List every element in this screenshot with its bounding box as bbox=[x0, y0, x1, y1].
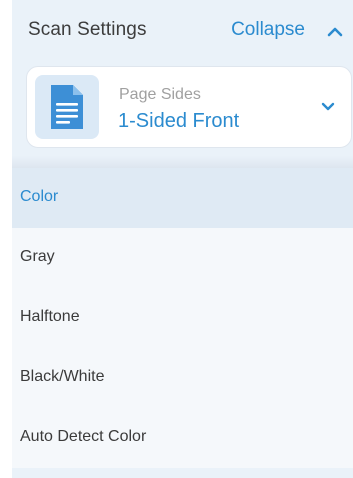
option-label: Auto Detect Color bbox=[20, 428, 147, 445]
option-label: Color bbox=[20, 188, 59, 205]
panel-title: Scan Settings bbox=[28, 19, 147, 40]
option-halftone[interactable]: Halftone bbox=[12, 288, 353, 348]
page-sides-value: 1-Sided Front bbox=[118, 110, 240, 132]
collapse-button[interactable]: Collapse bbox=[231, 19, 305, 41]
scan-settings-header: Scan Settings Collapse bbox=[12, 0, 353, 64]
scan-settings-panel: Scan Settings Collapse Page Sides 1-Side… bbox=[12, 0, 353, 478]
chevron-up-icon[interactable] bbox=[325, 22, 345, 42]
color-mode-dropdown-list: Color Gray Halftone Black/White Auto Det… bbox=[12, 168, 353, 468]
option-label: Gray bbox=[20, 248, 55, 265]
document-icon bbox=[51, 85, 83, 129]
option-label: Black/White bbox=[20, 368, 105, 385]
section-divider bbox=[12, 156, 353, 168]
option-color[interactable]: Color bbox=[12, 168, 353, 228]
option-auto-detect-color[interactable]: Auto Detect Color bbox=[12, 408, 353, 468]
chevron-down-icon[interactable] bbox=[319, 97, 337, 115]
page-sides-dropdown[interactable]: Page Sides 1-Sided Front bbox=[26, 66, 352, 148]
page-sides-icon-tile bbox=[35, 75, 99, 139]
page-sides-label: Page Sides bbox=[119, 86, 201, 103]
option-black-white[interactable]: Black/White bbox=[12, 348, 353, 408]
option-gray[interactable]: Gray bbox=[12, 228, 353, 288]
option-label: Halftone bbox=[20, 308, 80, 325]
